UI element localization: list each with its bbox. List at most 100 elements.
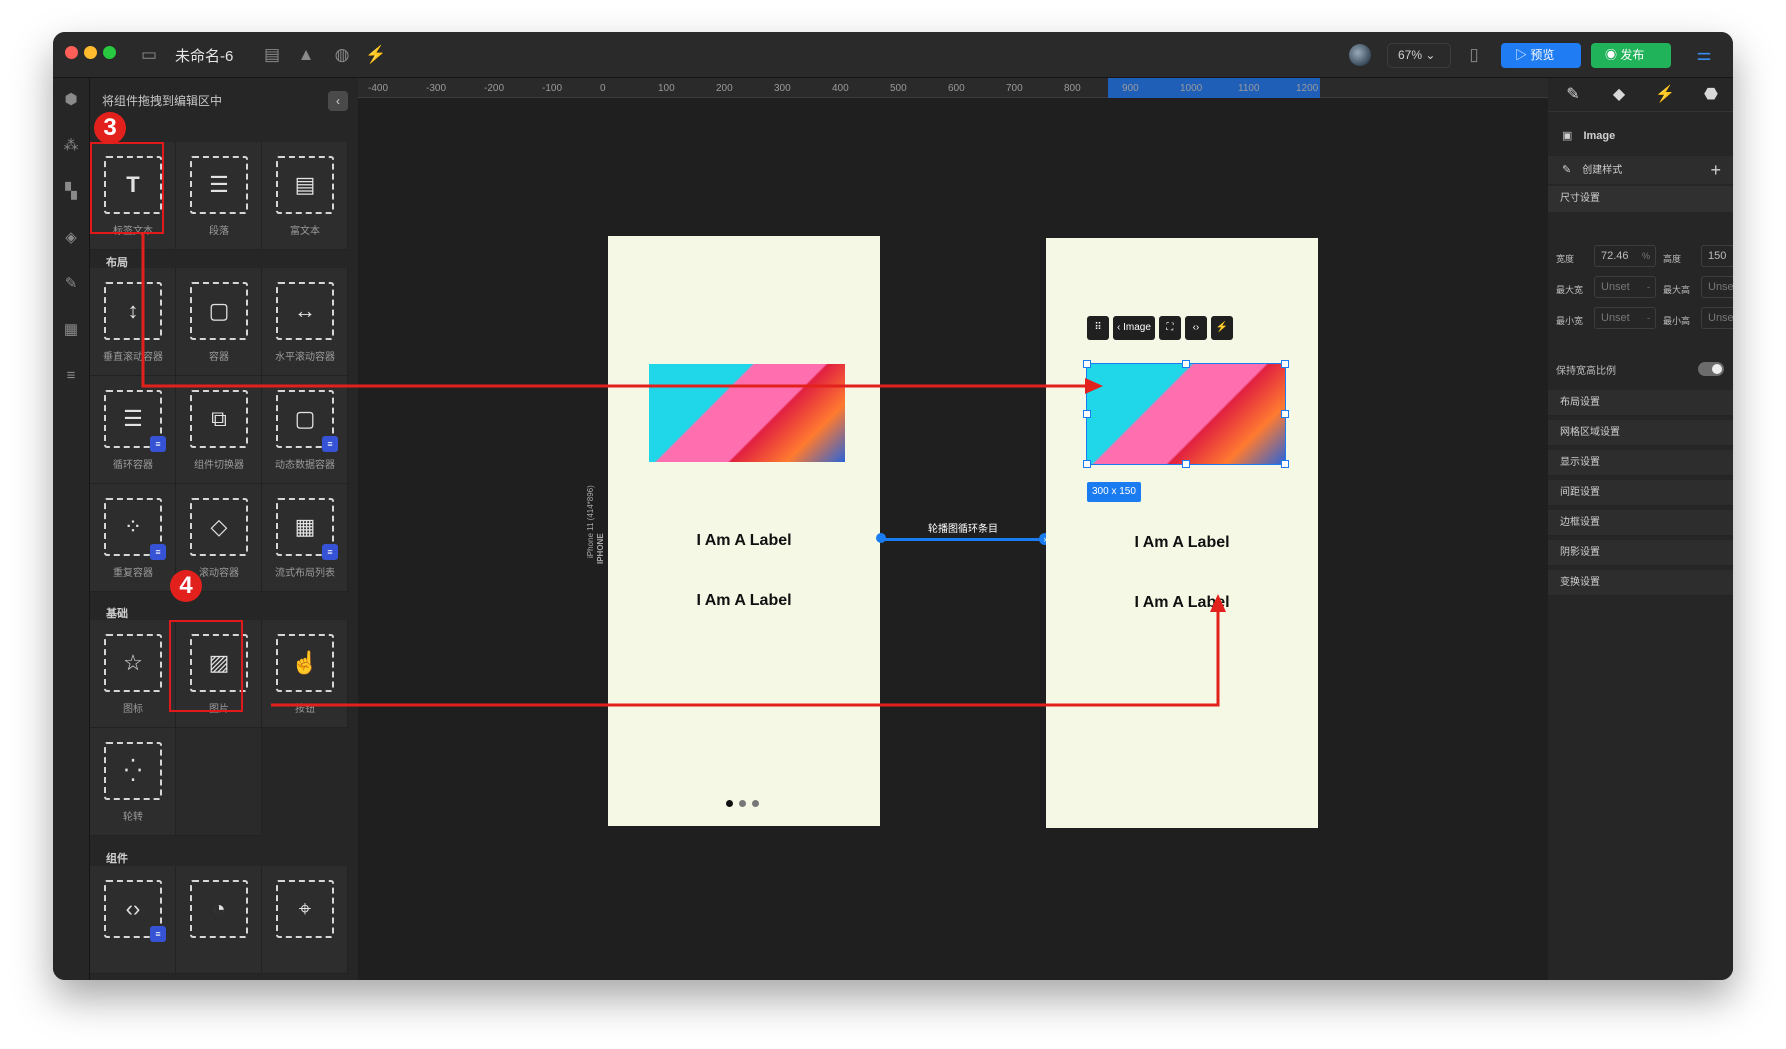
preview-button[interactable]: ▷ 预览 [1501, 43, 1581, 68]
selected-image[interactable] [1086, 363, 1286, 465]
tile-timer-widget[interactable]: ◔ [176, 866, 262, 974]
carousel-indicator[interactable] [726, 800, 759, 807]
publish-button[interactable]: ◉ 发布 [1591, 43, 1671, 68]
layers-icon[interactable]: ◈ [61, 228, 81, 248]
list-icon[interactable]: ≡ [61, 366, 81, 386]
min-height-field[interactable]: Unset- [1701, 307, 1733, 329]
tab-events-lightning-icon[interactable]: ⚡ [1654, 84, 1676, 106]
device-icon[interactable]: ▯ [1463, 44, 1485, 66]
shapes-icon[interactable]: ⁂ [61, 136, 81, 156]
size-settings-header[interactable]: 尺寸设置 [1548, 186, 1733, 212]
tile-vertical-scroll-container[interactable]: ↕ 垂直滚动容器 [90, 268, 176, 376]
tile-horizontal-scroll-container[interactable]: ↔ 水平滚动容器 [262, 268, 348, 376]
create-style-row[interactable]: ✎ 创建样式 + [1548, 156, 1733, 184]
highlight-label-text [90, 142, 164, 234]
max-height-value: Unset [1708, 281, 1733, 293]
code-icon[interactable]: ‹› [1184, 316, 1207, 340]
section-grid-area-settings[interactable]: 网格区域设置 [1548, 420, 1733, 446]
tile-button[interactable]: ☝ 按钮 [262, 620, 348, 728]
minimize-window-button[interactable] [84, 46, 97, 59]
tab-props-icon[interactable]: ◆ [1608, 84, 1630, 106]
tile-rich-text[interactable]: ▤ 富文本 [262, 142, 348, 250]
width-unit[interactable]: % [1642, 246, 1650, 266]
width-field[interactable]: 72.46% [1594, 245, 1656, 267]
height-field[interactable]: 150PX [1701, 245, 1733, 267]
phone-frame-right[interactable]: ⠿ ‹ Image ⛶ ‹› ⚡ 300 x 150 I Am A Label … [1046, 238, 1318, 828]
carousel-link-label: 轮播图循环条目 [928, 524, 998, 535]
section-transform-settings[interactable]: 变换设置 [1548, 570, 1733, 596]
label-text-2[interactable]: I Am A Label [608, 592, 880, 610]
theme-icon[interactable]: ▲ [295, 44, 317, 66]
section-widgets: 组件 [106, 853, 128, 865]
resize-handle[interactable] [1281, 460, 1289, 468]
maximize-window-button[interactable] [103, 46, 116, 59]
blocks-icon[interactable]: ▚ [61, 182, 81, 202]
tile-carousel[interactable]: ⁛ 轮转 [90, 728, 176, 836]
resize-handle[interactable] [1182, 460, 1190, 468]
page-icon[interactable]: ▤ [261, 44, 283, 66]
tab-data-icon[interactable]: ⬣ [1700, 84, 1722, 106]
max-width-field[interactable]: Unset - [1594, 276, 1656, 298]
dot[interactable] [752, 800, 759, 807]
panel-header: 将组件拖拽到编辑区中 [102, 94, 223, 108]
collapse-panel-button[interactable]: ‹ [328, 91, 348, 111]
settings-sliders-icon[interactable]: ⚌ [1693, 44, 1715, 66]
drag-handle-icon[interactable]: ⠿ [1087, 316, 1109, 340]
tile-paragraph[interactable]: ☰ 段落 [176, 142, 262, 250]
resize-handle[interactable] [1281, 360, 1289, 368]
tile-loop-container[interactable]: ☰ ≡ 循环容器 [90, 376, 176, 484]
phone-frame-left[interactable]: I Am A Label I Am A Label [608, 236, 880, 826]
tile-flow-layout-list[interactable]: ▦ ≡ 流式布局列表 [262, 484, 348, 592]
paragraph-icon: ☰ [190, 156, 248, 214]
select-parent-button[interactable]: ‹ Image [1113, 316, 1155, 340]
editor-canvas[interactable]: -400 -300 -200 -100 0 100 200 300 400 500 600 700 80… [358, 78, 1548, 980]
carousel-link-line[interactable] [882, 538, 1042, 541]
carousel-image[interactable] [649, 364, 845, 462]
section-border-settings[interactable]: 边框设置 [1548, 510, 1733, 536]
lightning-icon[interactable]: ⚡ [1210, 316, 1233, 340]
actions-icon[interactable]: ⚡ [365, 44, 387, 66]
tab-style-brush-icon[interactable]: ✎ [1562, 84, 1584, 106]
add-style-icon[interactable]: + [1710, 156, 1721, 184]
sidebar-toggle-icon[interactable]: ▭ [138, 44, 160, 66]
tile-repeat-container[interactable]: ⁘ ≡ 重复容器 [90, 484, 176, 592]
link-start-dot[interactable] [876, 533, 886, 543]
dot-active[interactable] [726, 800, 733, 807]
resize-handle[interactable] [1083, 410, 1091, 418]
ruler-tick: 800 [1064, 83, 1081, 94]
section-spacing-settings[interactable]: 间距设置 [1548, 480, 1733, 506]
section-shadow-settings[interactable]: 阴影设置 [1548, 540, 1733, 566]
label-text-1[interactable]: I Am A Label [608, 532, 880, 550]
max-height-field[interactable]: Unset- [1701, 276, 1733, 298]
zoom-select[interactable]: 67% ⌄ [1387, 43, 1451, 68]
resize-handle[interactable] [1083, 360, 1091, 368]
rich-text-icon: ▤ [276, 156, 334, 214]
tools-icon[interactable]: ✎ [61, 274, 81, 294]
tile-label: 段落 [209, 226, 229, 237]
label-text-2[interactable]: I Am A Label [1046, 594, 1318, 612]
keep-ratio-toggle[interactable] [1698, 362, 1724, 376]
resize-handle[interactable] [1182, 360, 1190, 368]
fullscreen-icon[interactable]: ⛶ [1158, 316, 1181, 340]
label-text-1[interactable]: I Am A Label [1046, 534, 1318, 552]
tile-icon[interactable]: ☆ 图标 [90, 620, 176, 728]
height-label: 高度 [1663, 254, 1682, 264]
tile-map-widget[interactable]: ⌖ [262, 866, 348, 974]
templates-icon[interactable]: ▦ [61, 320, 81, 340]
min-width-field[interactable]: Unset - [1594, 307, 1656, 329]
components-cube-icon[interactable]: ⬢ [61, 90, 81, 110]
assets-icon[interactable]: ◍ [331, 44, 353, 66]
section-layout-settings[interactable]: 布局设置 [1548, 390, 1733, 416]
resize-handle[interactable] [1083, 460, 1091, 468]
max-height-label: 最大高 [1663, 285, 1691, 295]
resize-handle[interactable] [1281, 410, 1289, 418]
min-height-label: 最小高 [1663, 316, 1691, 326]
close-window-button[interactable] [65, 46, 78, 59]
section-display-settings[interactable]: 显示设置 [1548, 450, 1733, 476]
tile-container[interactable]: ▢ 容器 [176, 268, 262, 376]
tile-code-widget[interactable]: ‹› ≡ [90, 866, 176, 974]
avatar[interactable] [1349, 44, 1371, 66]
tile-component-switcher[interactable]: ⧉ 组件切换器 [176, 376, 262, 484]
tile-dynamic-data-container[interactable]: ▢ ≡ 动态数据容器 [262, 376, 348, 484]
dot[interactable] [739, 800, 746, 807]
